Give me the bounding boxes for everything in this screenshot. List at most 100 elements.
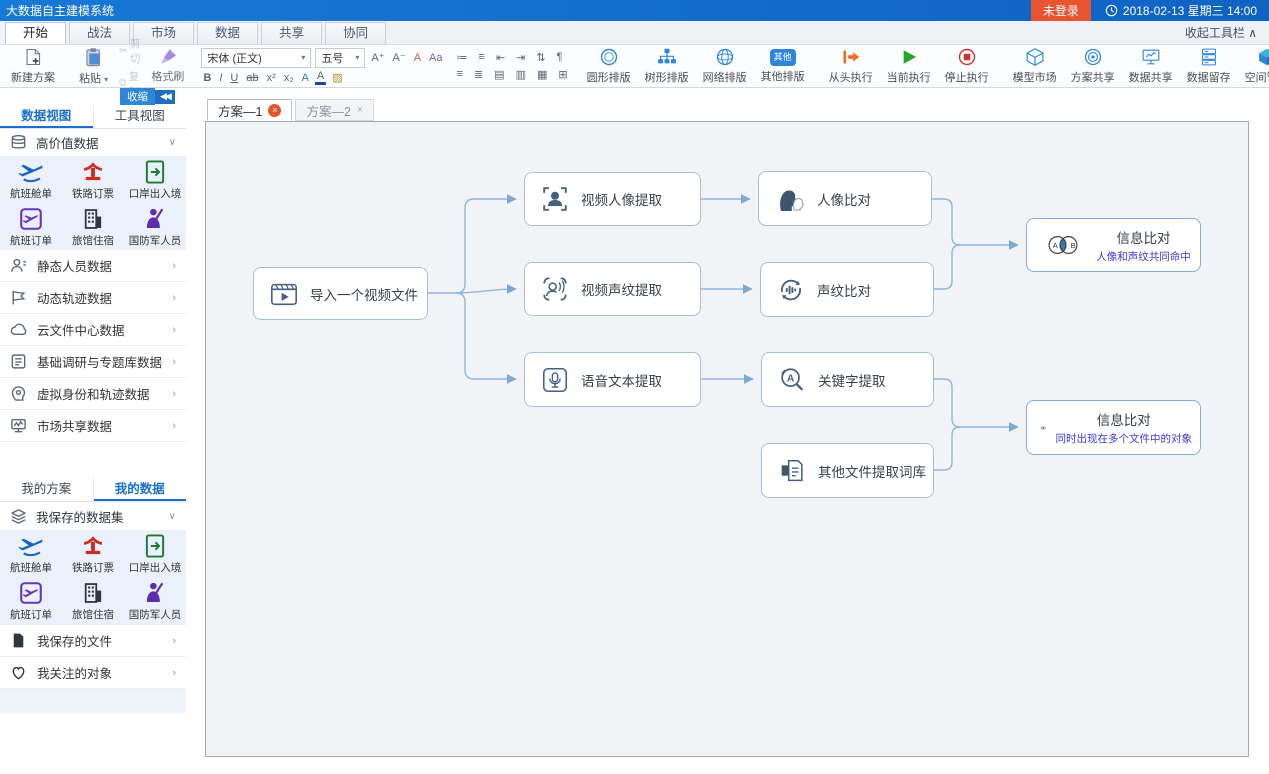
sort-icon[interactable]: ⇅ xyxy=(534,51,547,64)
model-market-button[interactable]: 模型市场 xyxy=(1006,46,1064,86)
menu-tab-share[interactable]: 共享 xyxy=(261,22,322,44)
run-current-button[interactable]: 当前执行 xyxy=(880,46,938,86)
chevron-right-icon: › xyxy=(172,324,176,336)
stop-run-button[interactable]: 停止执行 xyxy=(938,46,996,86)
paste-button[interactable]: 粘贴 ▾ xyxy=(72,45,115,87)
bold-icon[interactable]: B xyxy=(201,72,213,84)
heart-icon xyxy=(10,664,27,681)
chevron-down-icon: ∨ xyxy=(169,137,176,148)
section-virtual-identity[interactable]: 虚拟身份和轨迹数据 › xyxy=(0,378,186,410)
dataset-military-personnel[interactable]: 国防军人员 xyxy=(124,578,186,624)
dataset-flight-order[interactable]: 航班订单 xyxy=(0,578,62,624)
collapse-toolbar-button[interactable]: 收起工具栏 ∧ xyxy=(1185,22,1267,44)
connector-merge2-b xyxy=(934,427,960,470)
outdent-icon[interactable]: ⇤ xyxy=(494,51,507,64)
node-import-video-file[interactable]: 导入一个视频文件 xyxy=(253,267,428,320)
dataset-flight-manifest[interactable]: 航班舱单 xyxy=(0,157,62,203)
superscript-icon[interactable]: x² xyxy=(265,72,278,84)
tab-my-data[interactable]: 我的数据 xyxy=(94,478,187,501)
space-manage-button[interactable]: 空间管理 xyxy=(1238,46,1269,86)
line-spacing-icon[interactable]: ▦ xyxy=(535,68,549,81)
node-other-files-lexicon[interactable]: 其他文件提取词库 xyxy=(761,443,934,498)
dataset-border-entry-exit[interactable]: 口岸出入境 xyxy=(124,157,186,203)
format-painter-button[interactable]: 格式刷 xyxy=(144,47,191,85)
align-right-icon[interactable]: ▤ xyxy=(492,68,506,81)
connector-merge2-a xyxy=(934,379,960,427)
tab-data-view[interactable]: 数据视图 xyxy=(0,105,94,128)
clear-format-icon[interactable]: A xyxy=(412,52,423,64)
section-my-saved-files[interactable]: 我保存的文件 › xyxy=(0,625,186,657)
dataset-hotel-stay[interactable]: 旅馆住宿 xyxy=(62,578,124,624)
dataset-railway-ticket[interactable]: 铁路订票 xyxy=(62,157,124,203)
strikethrough-icon[interactable]: ab xyxy=(244,72,260,84)
node-face-compare[interactable]: 人像比对 xyxy=(758,171,932,226)
model-canvas[interactable]: 导入一个视频文件 视频人像提取 视频声纹提取 xyxy=(205,121,1249,757)
menu-tab-collab[interactable]: 协同 xyxy=(325,22,386,44)
font-size-select[interactable]: 五号 ▾ xyxy=(315,48,365,68)
login-status-badge[interactable]: 未登录 xyxy=(1031,0,1091,21)
tab-my-plans[interactable]: 我的方案 xyxy=(0,478,94,501)
tree-layout-button[interactable]: 树形排版 xyxy=(638,46,696,86)
data-retention-button[interactable]: 数据留存 xyxy=(1180,46,1238,86)
target-icon xyxy=(1081,47,1105,67)
dataset-railway-ticket[interactable]: 铁路订票 xyxy=(62,531,124,577)
other-layout-button[interactable]: 其他 其他排版 xyxy=(754,46,812,86)
subscript-icon[interactable]: x₂ xyxy=(282,72,296,84)
bullet-list-icon[interactable]: ≔ xyxy=(455,51,470,64)
highlight-color-icon[interactable]: ▨ xyxy=(330,71,344,84)
menu-tab-start[interactable]: 开始 xyxy=(5,22,66,44)
dataset-flight-order[interactable]: 航班订单 xyxy=(0,204,62,250)
grow-font-icon[interactable]: A⁺ xyxy=(369,51,386,64)
close-tab-icon[interactable]: × xyxy=(268,104,281,117)
flight-order-icon xyxy=(18,580,44,606)
node-speech-text-extract[interactable]: 语音文本提取 xyxy=(524,352,701,407)
dataset-hotel-stay[interactable]: 旅馆住宿 xyxy=(62,204,124,250)
node-video-face-extract[interactable]: 视频人像提取 xyxy=(524,172,701,226)
dataset-border-entry-exit[interactable]: 口岸出入境 xyxy=(124,531,186,577)
section-high-value-data[interactable]: 高价值数据 ∨ xyxy=(0,128,186,157)
node-keyword-extract[interactable]: A 关键字提取 xyxy=(761,352,934,407)
menu-tab-market[interactable]: 市场 xyxy=(133,22,194,44)
align-center-icon[interactable]: ≣ xyxy=(472,68,485,81)
menu-tab-data[interactable]: 数据 xyxy=(197,22,258,44)
ribbon-toolbar: 新建方案 粘贴 ▾ ✂ 剪切 ⧉ 复制 xyxy=(0,45,1269,88)
shrink-font-icon[interactable]: A⁻ xyxy=(391,51,408,64)
plan-tab-1[interactable]: 方案—1 × xyxy=(207,99,292,121)
close-tab-icon[interactable]: × xyxy=(357,104,363,116)
section-research-library[interactable]: 基础调研与专题库数据 › xyxy=(0,346,186,378)
node-voiceprint-compare[interactable]: 声纹比对 xyxy=(760,262,934,317)
section-market-shared-data[interactable]: 市场共享数据 › xyxy=(0,410,186,442)
section-dynamic-track[interactable]: 动态轨迹数据 › xyxy=(0,282,186,314)
align-left-icon[interactable]: ≡ xyxy=(455,68,465,81)
italic-icon[interactable]: I xyxy=(217,72,224,84)
font-name-select[interactable]: 宋体 (正文) ▾ xyxy=(201,48,311,68)
circle-layout-button[interactable]: 圆形排版 xyxy=(580,46,638,86)
new-plan-button[interactable]: 新建方案 xyxy=(4,46,62,86)
number-list-icon[interactable]: ≡ xyxy=(477,51,487,64)
font-effects-icon[interactable]: A xyxy=(300,72,311,84)
run-from-start-button[interactable]: 从头执行 xyxy=(822,46,880,86)
network-layout-button[interactable]: 网络排版 xyxy=(696,46,754,86)
font-color-icon[interactable]: A xyxy=(315,71,326,85)
section-saved-datasets[interactable]: 我保存的数据集 ∨ xyxy=(0,502,186,531)
node-info-compare-1[interactable]: A B 信息比对 人像和声纹共同命中 xyxy=(1026,218,1201,272)
section-my-followed-objects[interactable]: 我关注的对象 › xyxy=(0,657,186,689)
section-cloud-file-center[interactable]: 云文件中心数据 › xyxy=(0,314,186,346)
dataset-flight-manifest[interactable]: 航班舱单 xyxy=(0,531,62,577)
indent-icon[interactable]: ⇥ xyxy=(514,51,527,64)
sidebar-collapse-button[interactable]: 收缩 ◀◀ xyxy=(120,89,175,104)
section-static-personnel[interactable]: 静态人员数据 › xyxy=(0,250,186,282)
underline-icon[interactable]: U xyxy=(228,72,240,84)
plan-share-button[interactable]: 方案共享 xyxy=(1064,46,1122,86)
node-video-voiceprint-extract[interactable]: 视频声纹提取 xyxy=(524,262,701,316)
tab-tool-view[interactable]: 工具视图 xyxy=(94,105,187,128)
node-info-compare-2[interactable]: A B 信息比对 同时出现在多个文件中的对象 xyxy=(1026,400,1201,455)
plan-tab-2[interactable]: 方案—2 × xyxy=(295,99,374,121)
paragraph-mark-icon[interactable]: ¶ xyxy=(555,51,565,64)
data-share-button[interactable]: 数据共享 xyxy=(1122,46,1180,86)
dataset-military-personnel[interactable]: 国防军人员 xyxy=(124,204,186,250)
borders-icon[interactable]: ⊞ xyxy=(556,68,569,81)
cut-button[interactable]: ✂ 剪切 xyxy=(119,36,140,66)
change-case-icon[interactable]: Aa xyxy=(427,52,444,64)
justify-icon[interactable]: ▥ xyxy=(514,68,528,81)
